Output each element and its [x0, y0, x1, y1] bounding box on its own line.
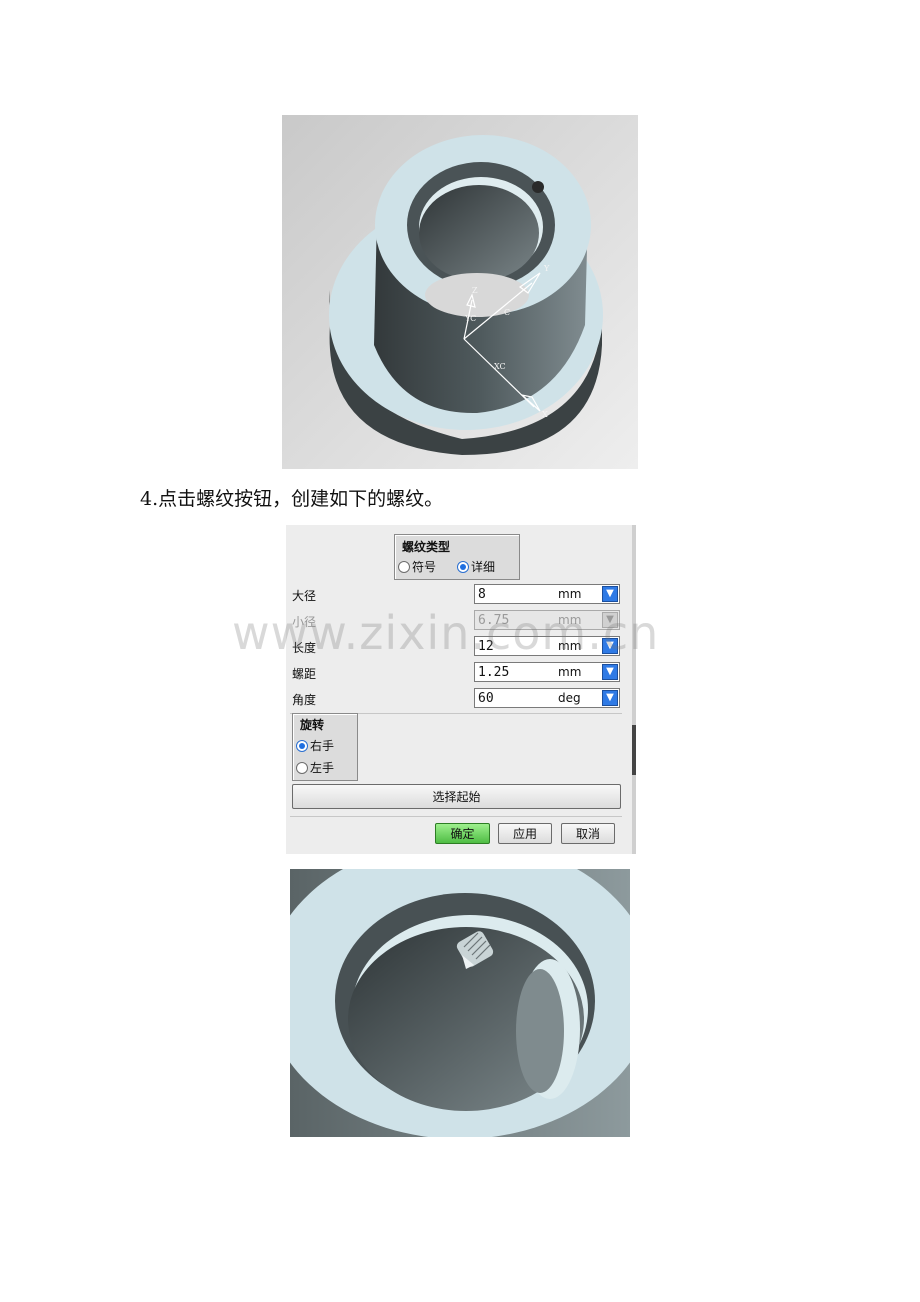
radio-right-hand-circle[interactable]: [296, 739, 308, 752]
chevron-down-icon[interactable]: ▼: [602, 690, 618, 706]
chevron-down-icon[interactable]: ▼: [602, 664, 618, 680]
step-caption: 4.点击螺纹按钮，创建如下的螺纹。: [140, 488, 444, 510]
part-render-figure: Z YC C XC X Y: [282, 115, 638, 469]
rotation-title: 旋转: [300, 718, 325, 732]
cancel-button[interactable]: 取消: [561, 823, 615, 844]
label-pitch: 螺距: [292, 667, 317, 681]
angle-value[interactable]: 60: [475, 691, 558, 706]
angle-unit: deg: [558, 691, 581, 705]
apply-button[interactable]: 应用: [498, 823, 552, 844]
axis-label-yc: YC: [464, 314, 476, 323]
radio-left-hand-label: 左手: [310, 761, 335, 775]
radio-symbolic-circle[interactable]: [398, 560, 410, 573]
radio-left-hand[interactable]: 左手: [296, 759, 334, 776]
radio-detailed[interactable]: 详细: [457, 558, 495, 575]
major-diameter-value[interactable]: 8: [475, 587, 558, 602]
ok-button[interactable]: 确定: [435, 823, 490, 844]
major-diameter-unit: mm: [558, 587, 582, 601]
dialog-right-border: [632, 525, 636, 854]
radio-left-hand-circle[interactable]: [296, 761, 308, 774]
select-start-button[interactable]: 选择起始: [292, 784, 621, 809]
watermark: www.zixin.com.cn: [232, 606, 660, 660]
axis-label-c: C: [504, 308, 510, 317]
radio-symbolic[interactable]: 符号: [398, 558, 436, 575]
radio-detailed-label: 详细: [471, 560, 496, 574]
radio-right-hand-label: 右手: [310, 739, 335, 753]
pitch-unit: mm: [558, 665, 582, 679]
axis-label-xc: XC: [494, 362, 506, 371]
axis-label-x: X: [542, 410, 548, 419]
thread-result-figure: [290, 869, 630, 1137]
thread-dialog: 螺纹类型 符号 详细 大径 8 mm ▼ 小径 6.75 mm ▼ 长度 12 …: [286, 525, 636, 854]
axis-label-y: Y: [543, 264, 550, 273]
radio-symbolic-label: 符号: [412, 560, 437, 574]
pitch-field[interactable]: 1.25 mm ▼: [474, 662, 620, 682]
divider: [290, 816, 622, 817]
major-diameter-field[interactable]: 8 mm ▼: [474, 584, 620, 604]
radio-detailed-circle[interactable]: [457, 560, 469, 573]
label-angle: 角度: [292, 693, 317, 707]
scroll-thumb[interactable]: [632, 725, 636, 775]
angle-field[interactable]: 60 deg ▼: [474, 688, 620, 708]
radio-right-hand[interactable]: 右手: [296, 737, 334, 754]
chevron-down-icon[interactable]: ▼: [602, 586, 618, 602]
thread-type-title: 螺纹类型: [402, 540, 451, 554]
label-major-diameter: 大径: [292, 589, 317, 603]
pitch-value[interactable]: 1.25: [475, 665, 558, 680]
axis-label-z: Z: [472, 286, 478, 295]
